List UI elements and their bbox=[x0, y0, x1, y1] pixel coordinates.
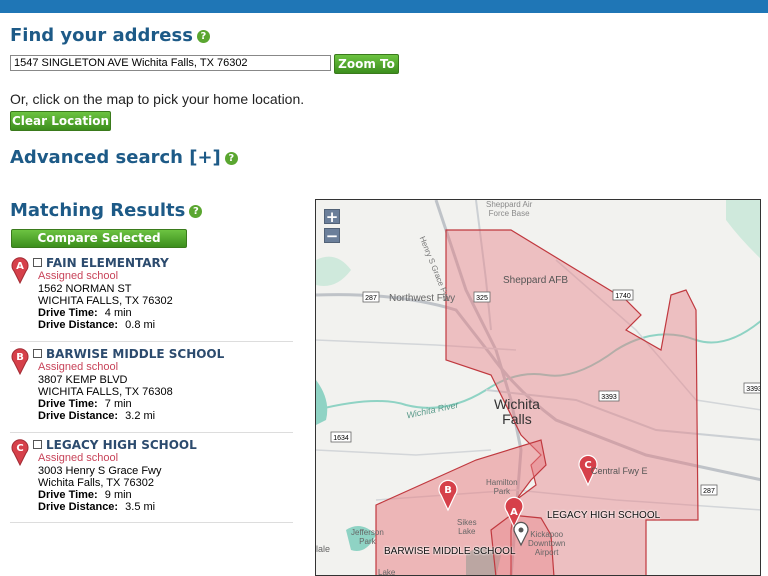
water-area bbox=[316, 380, 328, 425]
school-name-link[interactable]: BARWISE MIDDLE SCHOOL bbox=[46, 347, 224, 361]
drive-distance-value: 3.2 mi bbox=[125, 410, 156, 422]
drive-distance-label: Drive Distance: bbox=[38, 319, 119, 331]
svg-text:287: 287 bbox=[703, 488, 715, 495]
map-label: Northwest Fwy bbox=[389, 293, 456, 304]
find-address-heading: Find your address? bbox=[10, 25, 210, 46]
route-shield: 3393 bbox=[598, 390, 620, 402]
matching-results-heading: Matching Results? bbox=[10, 200, 203, 221]
zoom-in-button[interactable]: + bbox=[324, 209, 340, 225]
drive-time-label: Drive Time: bbox=[38, 489, 98, 501]
map-label: Wichita Falls bbox=[494, 396, 540, 427]
result-item: C LEGACY HIGH SCHOOL Assigned school 300… bbox=[10, 438, 293, 518]
compare-selected-schools-button[interactable]: Compare Selected Schools bbox=[11, 229, 187, 262]
top-banner bbox=[0, 0, 768, 13]
map-label: Kickapoo Downtown Airport bbox=[528, 530, 566, 557]
address-input[interactable] bbox=[10, 55, 331, 71]
route-shield: 1740 bbox=[612, 289, 634, 301]
clear-location-button[interactable]: Clear Location bbox=[10, 111, 111, 131]
route-shield: 325 bbox=[473, 291, 491, 303]
barwise-zone-label: BARWISE MIDDLE SCHOOL bbox=[384, 546, 516, 557]
marker-a-icon: A bbox=[11, 257, 29, 284]
map-label: Sheppard Air Force Base bbox=[486, 200, 533, 218]
marker-letter: C bbox=[16, 443, 23, 454]
map-label: Lake bbox=[378, 568, 396, 576]
school-name-link[interactable]: FAIN ELEMENTARY bbox=[46, 256, 169, 270]
map-canvas[interactable]: B C A 287 325 1740 3393 3393 1634 287 bbox=[316, 200, 761, 576]
svg-text:3393: 3393 bbox=[746, 386, 761, 393]
city-line: Wichita Falls, TX 76302 bbox=[38, 477, 154, 489]
drive-distance-label: Drive Distance: bbox=[38, 410, 119, 422]
route-shield: 1634 bbox=[330, 431, 352, 443]
school-zone-map[interactable]: B C A 287 325 1740 3393 3393 1634 287 Sh… bbox=[315, 199, 761, 576]
marker-letter: B bbox=[16, 352, 24, 363]
svg-text:287: 287 bbox=[365, 295, 377, 302]
select-checkbox[interactable] bbox=[33, 258, 42, 267]
assigned-status: Assigned school bbox=[38, 270, 119, 282]
route-shield: 287 bbox=[700, 484, 718, 496]
park-area bbox=[316, 256, 351, 286]
advanced-search-toggle[interactable]: Advanced search [+]? bbox=[10, 147, 238, 168]
street-address: 3807 KEMP BLVD bbox=[38, 374, 128, 386]
svg-text:1740: 1740 bbox=[615, 293, 631, 300]
street-address: 1562 NORMAN ST bbox=[38, 283, 132, 295]
marker-b-icon: B bbox=[11, 348, 29, 375]
assigned-status: Assigned school bbox=[38, 452, 119, 464]
result-item: B BARWISE MIDDLE SCHOOL Assigned school … bbox=[10, 347, 293, 427]
zoom-to-button[interactable]: Zoom To bbox=[334, 54, 399, 74]
svg-text:325: 325 bbox=[476, 295, 488, 302]
divider bbox=[10, 341, 293, 342]
route-shield: 3393 bbox=[743, 382, 761, 394]
divider bbox=[10, 522, 293, 523]
map-label: Central Fwy E bbox=[591, 466, 648, 476]
legacy-zone-label: LEGACY HIGH SCHOOL bbox=[547, 510, 661, 521]
result-item: A FAIN ELEMENTARY Assigned school 1562 N… bbox=[10, 256, 293, 336]
drive-time-value: 7 min bbox=[104, 398, 132, 410]
help-icon[interactable]: ? bbox=[189, 205, 203, 218]
select-checkbox[interactable] bbox=[33, 440, 42, 449]
map-label: Hamilton Park bbox=[486, 478, 518, 496]
school-name-link[interactable]: LEGACY HIGH SCHOOL bbox=[46, 438, 197, 452]
road bbox=[316, 449, 492, 456]
map-label: Sikes Lake bbox=[457, 518, 477, 536]
city-line: WICHITA FALLS, TX 76302 bbox=[38, 295, 173, 307]
map-label: Sheppard AFB bbox=[503, 275, 569, 286]
park-area bbox=[726, 200, 760, 259]
help-icon[interactable]: ? bbox=[224, 152, 238, 165]
zoom-out-button[interactable]: − bbox=[324, 228, 340, 244]
map-label: Jefferson Park bbox=[351, 528, 384, 546]
divider bbox=[10, 432, 293, 433]
drive-time-label: Drive Time: bbox=[38, 307, 98, 319]
help-icon[interactable]: ? bbox=[196, 30, 210, 43]
assigned-status: Assigned school bbox=[38, 361, 119, 373]
city-line: WICHITA FALLS, TX 76308 bbox=[38, 386, 173, 398]
drive-distance-label: Drive Distance: bbox=[38, 501, 119, 513]
drive-time-value: 9 min bbox=[104, 489, 132, 501]
marker-letter: A bbox=[510, 507, 518, 518]
drive-distance-value: 0.8 mi bbox=[125, 319, 156, 331]
map-label: lale bbox=[316, 544, 331, 554]
drive-time-label: Drive Time: bbox=[38, 398, 98, 410]
svg-text:1634: 1634 bbox=[333, 435, 349, 442]
drive-time-value: 4 min bbox=[104, 307, 132, 319]
route-shield: 287 bbox=[362, 291, 380, 303]
select-checkbox[interactable] bbox=[33, 349, 42, 358]
marker-c-icon: C bbox=[11, 439, 29, 466]
svg-text:3393: 3393 bbox=[601, 394, 617, 401]
marker-letter: A bbox=[16, 261, 24, 272]
marker-letter: B bbox=[444, 485, 452, 496]
drive-distance-value: 3.5 mi bbox=[125, 501, 156, 513]
pick-location-text: Or, click on the map to pick your home l… bbox=[10, 91, 305, 107]
street-address: 3003 Henry S Grace Fwy bbox=[38, 465, 162, 477]
